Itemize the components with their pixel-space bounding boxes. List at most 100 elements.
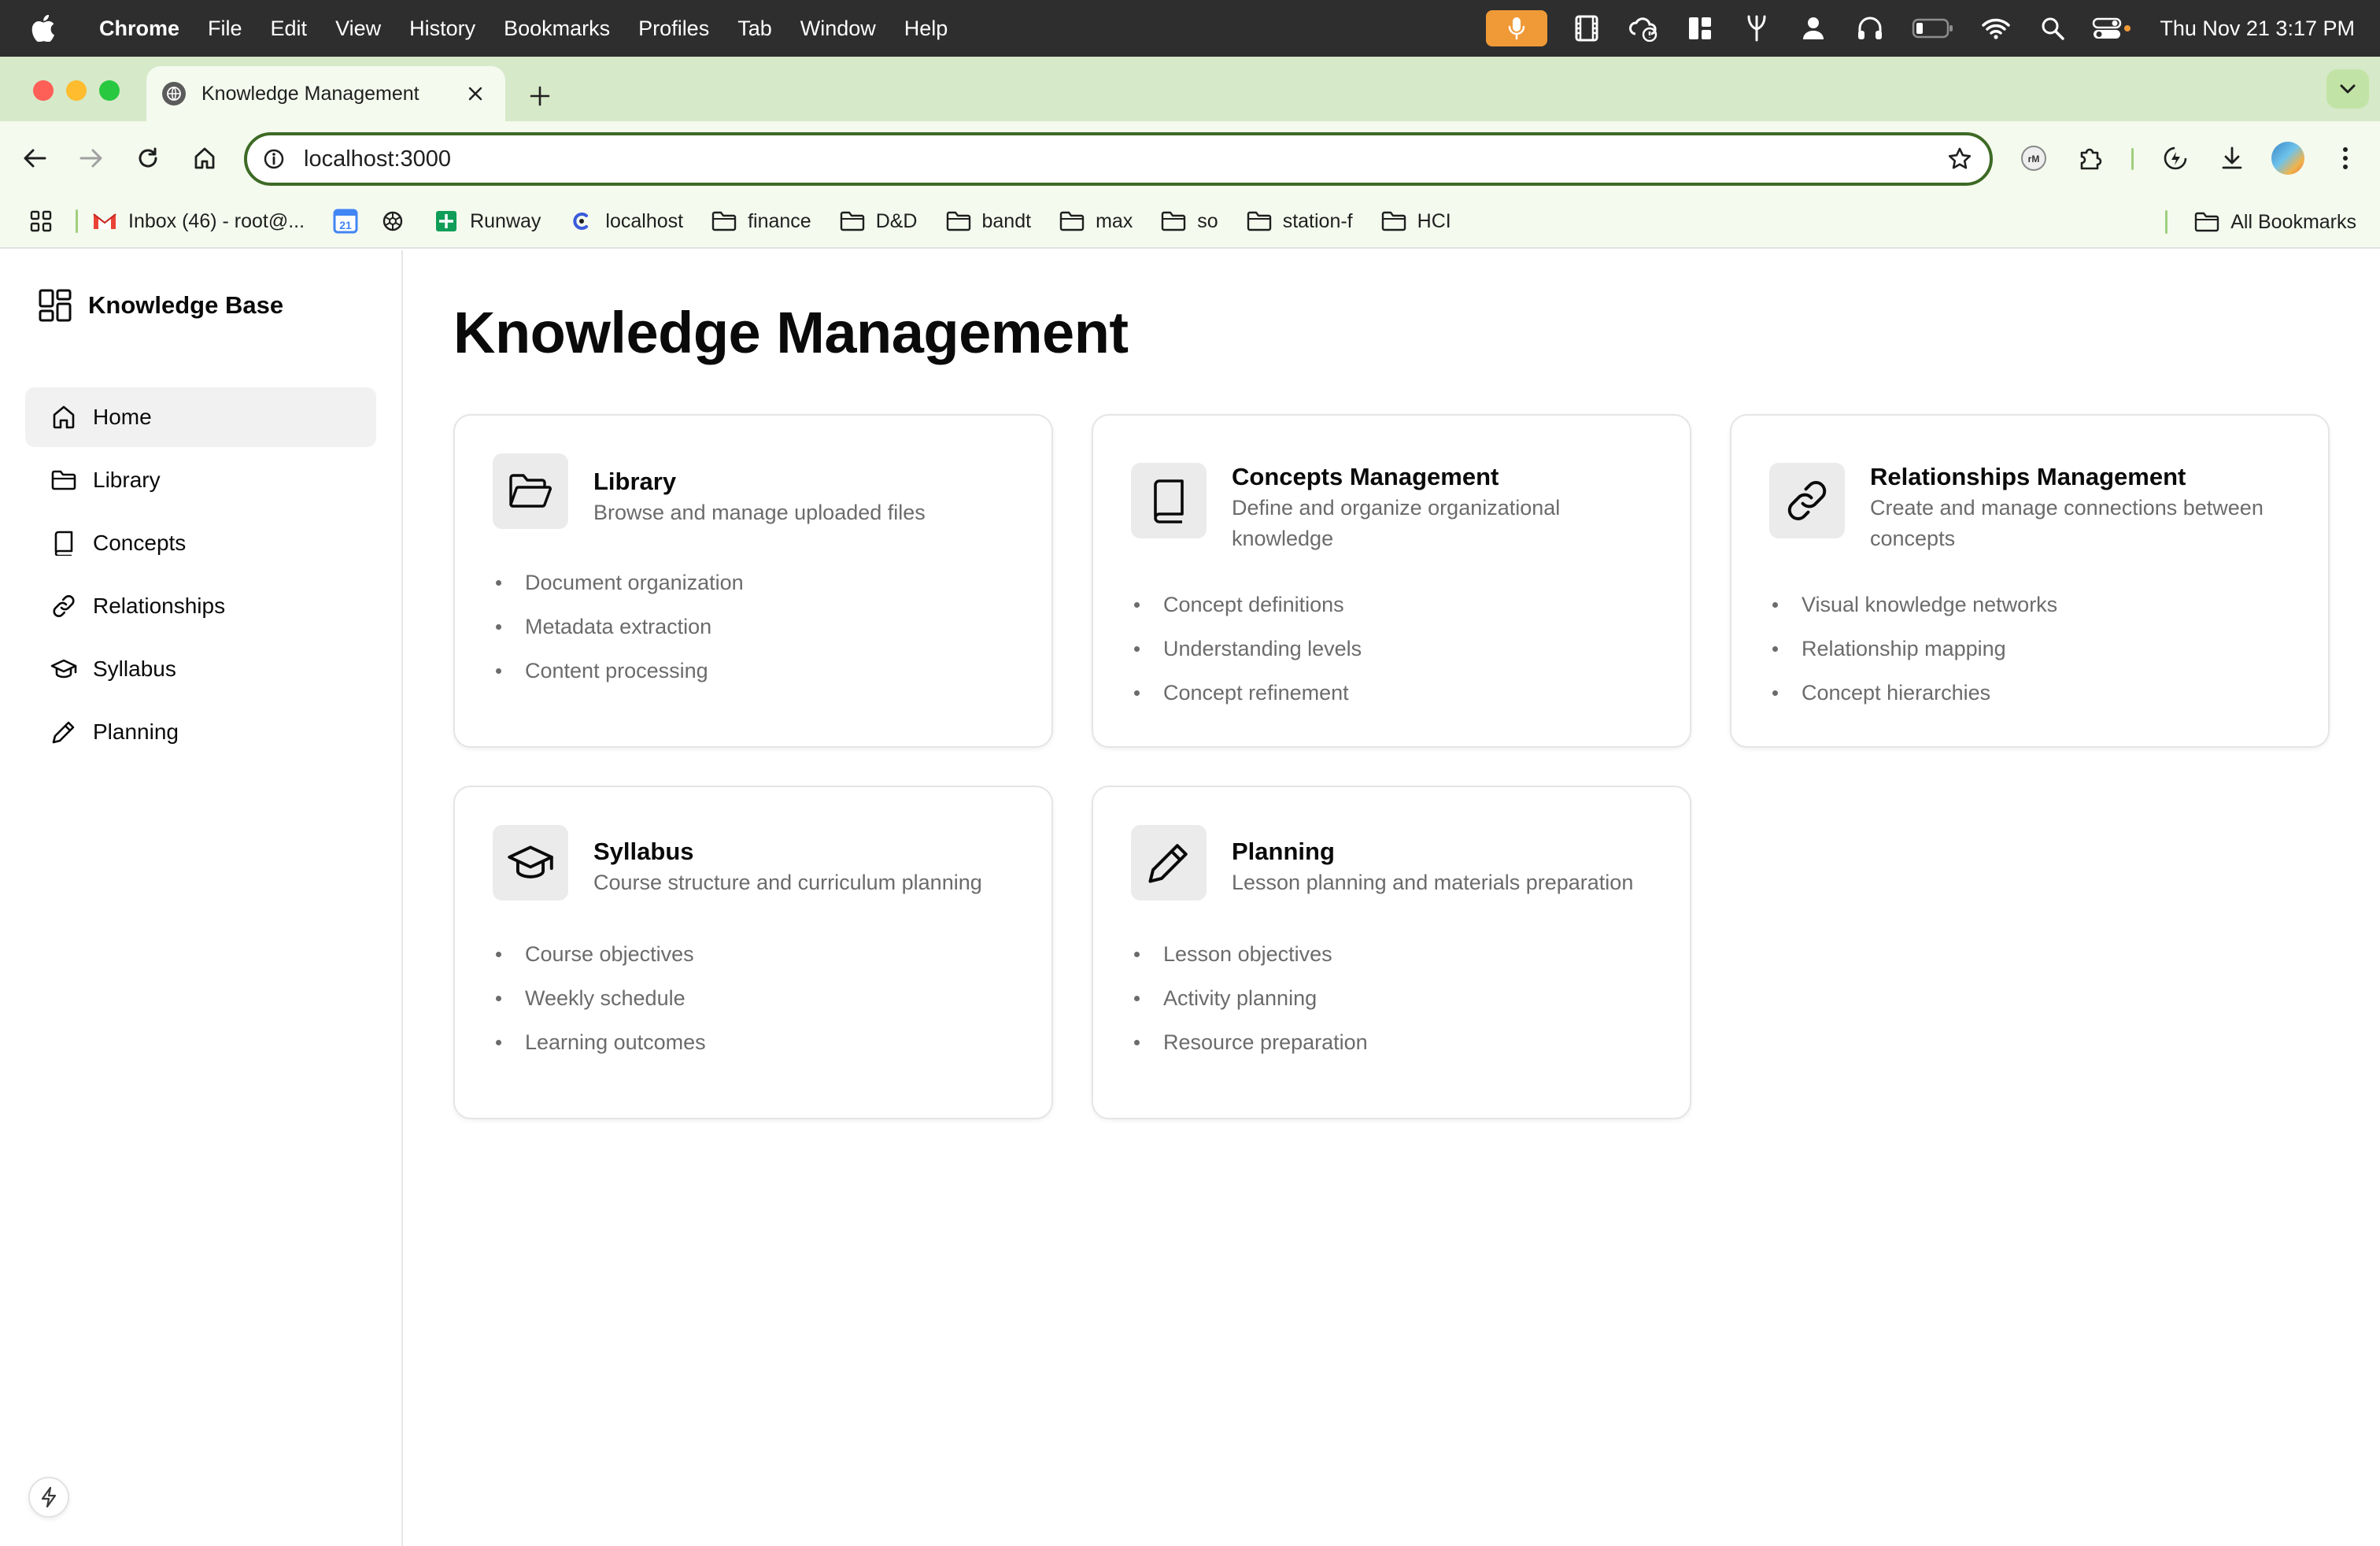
- extensions-puzzle-icon[interactable]: [2071, 139, 2109, 177]
- card-syllabus[interactable]: Syllabus Course structure and curriculum…: [453, 786, 1053, 1119]
- menu-view[interactable]: View: [321, 0, 395, 57]
- sidebar-item-label: Library: [93, 468, 161, 492]
- all-bookmarks-label: All Bookmarks: [2230, 210, 2356, 233]
- bookmark-folder-so[interactable]: so: [1161, 209, 1218, 234]
- card-feature-list: Course objectives Weekly schedule Learni…: [493, 932, 706, 1064]
- card-description: Course structure and curriculum planning: [593, 871, 982, 894]
- feature-text: Concept refinement: [1163, 681, 1349, 705]
- url-text[interactable]: localhost:3000: [304, 146, 1941, 172]
- card-title: Relationships Management: [1870, 463, 2186, 490]
- list-item: Visual knowledge networks: [1769, 583, 2057, 627]
- tab-search-button[interactable]: [2326, 69, 2369, 109]
- menu-profiles[interactable]: Profiles: [624, 0, 723, 57]
- folder-icon: [2194, 212, 2219, 232]
- bullet-icon: [1134, 645, 1140, 652]
- bullet-icon: [496, 995, 501, 1001]
- reload-button[interactable]: [129, 139, 167, 177]
- toolbar-separator: [2131, 148, 2134, 170]
- fork-icon[interactable]: [1739, 11, 1774, 46]
- profile-avatar[interactable]: [2271, 142, 2304, 175]
- tab-strip: Knowledge Management: [0, 57, 2380, 121]
- back-button[interactable]: [16, 139, 54, 177]
- new-tab-button[interactable]: [523, 79, 557, 113]
- feature-text: Visual knowledge networks: [1802, 593, 2058, 616]
- active-tab[interactable]: Knowledge Management: [146, 66, 505, 121]
- battery-icon[interactable]: [1909, 11, 1957, 46]
- menu-history[interactable]: History: [395, 0, 490, 57]
- bookmark-runway[interactable]: Runway: [434, 209, 541, 234]
- bookmark-folder-finance[interactable]: finance: [711, 209, 811, 234]
- sidebar-item-syllabus[interactable]: Syllabus: [25, 639, 376, 699]
- cloud-alert-icon[interactable]: [1626, 11, 1661, 46]
- sidebar-item-planning[interactable]: Planning: [25, 702, 376, 762]
- bookmark-star-icon[interactable]: [1941, 140, 1979, 178]
- headphones-icon[interactable]: [1853, 11, 1887, 46]
- bookmark-folder-max[interactable]: max: [1059, 209, 1133, 234]
- card-icon-box: [493, 453, 568, 529]
- sidebar-item-label: Relationships: [93, 594, 226, 618]
- clock[interactable]: Thu Nov 21 3:17 PM: [2160, 17, 2355, 41]
- brand[interactable]: Knowledge Base: [38, 288, 283, 323]
- extension-rm-icon[interactable]: rM: [2015, 139, 2053, 177]
- sidebar-item-concepts[interactable]: Concepts: [25, 513, 376, 573]
- menu-edit[interactable]: Edit: [257, 0, 322, 57]
- list-item: Activity planning: [1131, 976, 1368, 1020]
- window-controls: [33, 80, 120, 101]
- card-concepts-management[interactable]: Concepts Management Define and organize …: [1092, 414, 1691, 748]
- tab-close-icon[interactable]: [461, 80, 490, 108]
- microphone-indicator[interactable]: [1486, 10, 1548, 46]
- sidebar-item-library[interactable]: Library: [25, 450, 376, 510]
- link-icon: [50, 593, 77, 620]
- link-icon: [1784, 478, 1830, 523]
- site-info-icon[interactable]: [258, 143, 290, 175]
- address-bar[interactable]: localhost:3000: [244, 132, 1993, 186]
- wifi-icon[interactable]: [1979, 11, 2013, 46]
- film-icon[interactable]: [1569, 11, 1604, 46]
- bookmark-label: Inbox (46) - root@...: [128, 209, 305, 232]
- user-icon[interactable]: [1796, 11, 1831, 46]
- card-planning[interactable]: Planning Lesson planning and materials p…: [1092, 786, 1691, 1119]
- sidebar-item-home[interactable]: Home: [25, 387, 376, 447]
- apple-menu-icon[interactable]: [31, 0, 74, 57]
- menu-tab[interactable]: Tab: [723, 0, 786, 57]
- bookmark-localhost[interactable]: localhost: [569, 209, 683, 234]
- menu-file[interactable]: File: [194, 0, 257, 57]
- all-bookmarks-button[interactable]: All Bookmarks: [2194, 195, 2356, 249]
- chrome-menu-icon[interactable]: [2326, 139, 2364, 177]
- downloads-icon[interactable]: [2213, 139, 2251, 177]
- sidebar-item-relationships[interactable]: Relationships: [25, 576, 376, 636]
- card-relationships-management[interactable]: Relationships Management Create and mana…: [1730, 414, 2330, 748]
- minimize-window-button[interactable]: [66, 80, 87, 101]
- dev-tools-lightning-button[interactable]: [28, 1477, 69, 1518]
- close-window-button[interactable]: [33, 80, 54, 101]
- card-description: Lesson planning and materials preparatio…: [1232, 871, 1634, 894]
- window-layout-icon[interactable]: [1683, 11, 1717, 46]
- feature-text: Concept hierarchies: [1802, 681, 1991, 705]
- lightning-icon: [39, 1486, 58, 1508]
- svg-text:rM: rM: [2028, 153, 2040, 165]
- spotlight-search-icon[interactable]: [2035, 11, 2070, 46]
- control-center-icon[interactable]: [2092, 11, 2131, 46]
- brand-title: Knowledge Base: [88, 291, 284, 319]
- card-library[interactable]: Library Browse and manage uploaded files…: [453, 414, 1053, 748]
- home-button[interactable]: [186, 139, 224, 177]
- menu-bookmarks[interactable]: Bookmarks: [490, 0, 624, 57]
- sidebar-item-label: Home: [93, 405, 152, 429]
- menu-help[interactable]: Help: [890, 0, 963, 57]
- bookmark-calendar[interactable]: 21: [333, 209, 358, 234]
- bookmark-gmail[interactable]: Inbox (46) - root@...: [92, 209, 305, 234]
- zoom-window-button[interactable]: [99, 80, 120, 101]
- forward-button[interactable]: [72, 139, 110, 177]
- menu-app-name[interactable]: Chrome: [87, 0, 194, 57]
- book-icon: [50, 530, 77, 557]
- bookmark-openai[interactable]: [380, 209, 405, 234]
- bookmark-folder-bandt[interactable]: bandt: [946, 209, 1031, 234]
- card-icon-box: [1769, 463, 1845, 538]
- bookmark-folder-station-f[interactable]: station-f: [1247, 209, 1353, 234]
- performance-icon[interactable]: [2156, 139, 2194, 177]
- list-item: Relationship mapping: [1769, 627, 2057, 671]
- bookmark-folder-hci[interactable]: HCI: [1381, 209, 1451, 234]
- apps-grid-icon[interactable]: [22, 202, 60, 240]
- menu-window[interactable]: Window: [786, 0, 890, 57]
- bookmark-folder-dnd[interactable]: D&D: [840, 209, 918, 234]
